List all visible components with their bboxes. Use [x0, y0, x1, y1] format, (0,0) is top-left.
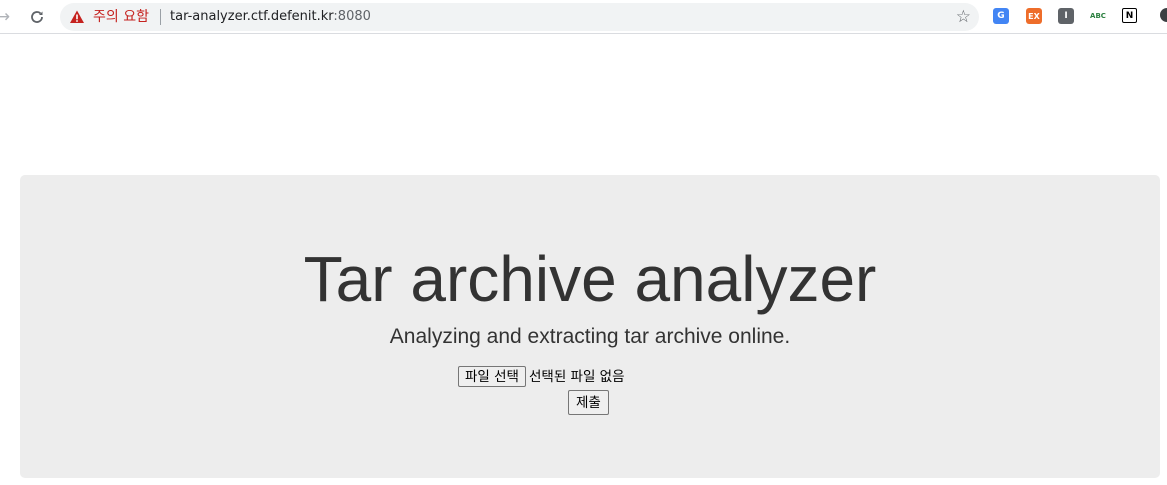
address-separator	[160, 9, 161, 25]
jumbotron-panel: Tar archive analyzer Analyzing and extra…	[20, 175, 1160, 478]
security-warning-label[interactable]: 주의 요함	[93, 8, 149, 26]
submit-button[interactable]: 제출	[568, 390, 609, 415]
google-translate-icon[interactable]: G	[993, 8, 1009, 24]
url-text[interactable]: tar-analyzer.ctf.defenit.kr:8080	[170, 8, 371, 26]
address-bar[interactable]: 주의 요함 tar-analyzer.ctf.defenit.kr:8080 ☆	[60, 3, 979, 31]
notion-icon[interactable]: N	[1122, 8, 1137, 23]
url-host: tar-analyzer.ctf.defenit.kr	[170, 9, 334, 24]
back-arrow-icon[interactable]: →	[0, 6, 14, 28]
file-input[interactable]: 파일 선택 선택된 파일 없음	[458, 366, 625, 390]
url-port: :8080	[333, 9, 371, 24]
bookmark-star-icon[interactable]: ☆	[956, 7, 971, 27]
page-subtitle: Analyzing and extracting tar archive onl…	[389, 325, 791, 348]
abc-spellcheck-icon[interactable]: ABC	[1090, 8, 1106, 24]
reload-icon-svg	[31, 11, 43, 23]
reload-icon[interactable]	[26, 6, 48, 28]
file-status-text: 선택된 파일 없음	[528, 368, 625, 385]
page-title: Tar archive analyzer	[303, 243, 877, 315]
browser-toolbar: → 주의 요함 tar-analyzer.ctf.defenit.kr:8080…	[0, 0, 1167, 34]
ex-extension-icon[interactable]: EX	[1026, 8, 1042, 24]
i-extension-icon[interactable]: I	[1058, 8, 1074, 24]
choose-file-button[interactable]: 파일 선택	[458, 366, 526, 387]
profile-avatar-icon[interactable]	[1160, 8, 1167, 22]
warning-icon	[70, 10, 84, 23]
